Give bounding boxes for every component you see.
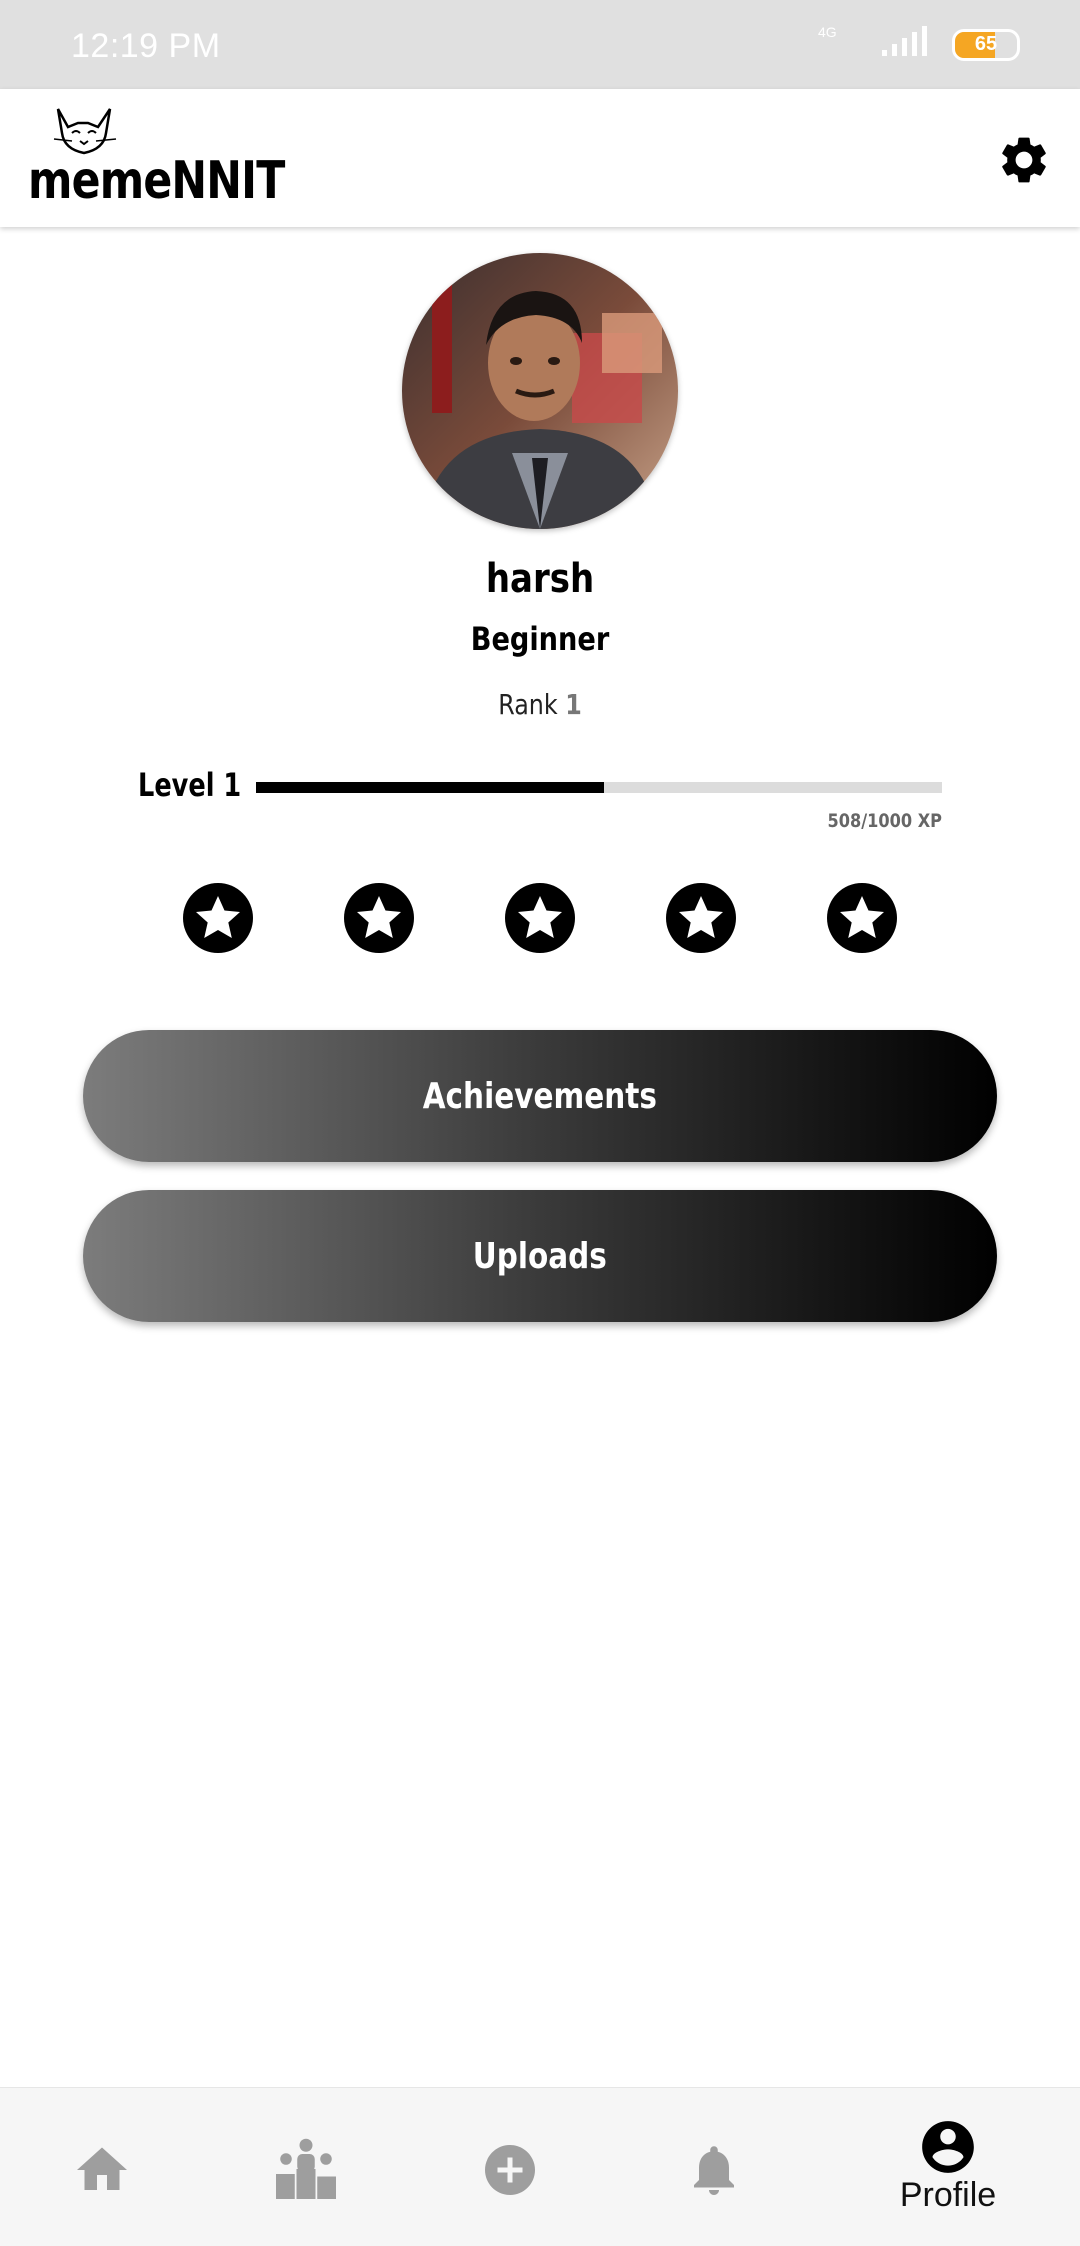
- nav-item-leaderboard[interactable]: [226, 2088, 386, 2246]
- star-icon: [183, 883, 253, 953]
- level-label: Level 1: [138, 766, 242, 804]
- xp-progress-bar: [256, 782, 942, 793]
- leaderboard-icon: [276, 2138, 336, 2199]
- home-icon: [77, 2147, 127, 2190]
- status-bar: 12:19 PM 4G 65: [0, 0, 1080, 89]
- status-time: 12:19 PM: [71, 27, 221, 65]
- star-icon: [666, 883, 736, 953]
- xp-progress-fill: [256, 782, 605, 793]
- account-circle-icon: [922, 2121, 974, 2173]
- uploads-button[interactable]: Uploads: [83, 1190, 997, 1322]
- logo-text: memeNNIT: [28, 151, 285, 211]
- nav-item-profile[interactable]: Profile: [868, 2088, 1028, 2246]
- add-circle-icon: [485, 2145, 535, 2195]
- nav-item-home[interactable]: [22, 2088, 182, 2246]
- avatar-photo: [402, 253, 678, 529]
- xp-text: 508/1000 XP: [827, 810, 942, 832]
- battery-level: 65: [974, 32, 998, 55]
- star-icon: [827, 883, 897, 953]
- nav-item-add[interactable]: [430, 2088, 590, 2246]
- achievements-button[interactable]: Achievements: [83, 1030, 997, 1162]
- status-indicators: 4G 65: [818, 24, 1020, 63]
- rank-row: Rank 1: [81, 688, 999, 721]
- rank-value: 1: [565, 688, 582, 721]
- signal-icon: [882, 26, 927, 56]
- username: harsh: [485, 556, 595, 602]
- network-type: 4G: [818, 24, 837, 40]
- bell-icon: [694, 2146, 734, 2195]
- signal-group: 4G: [818, 24, 938, 63]
- achievements-label: Achievements: [422, 1075, 658, 1117]
- nav-label-profile: Profile: [899, 2176, 997, 2214]
- star-icon: [344, 883, 414, 953]
- user-title: Beginner: [470, 620, 610, 658]
- app-logo[interactable]: memeNNIT: [28, 107, 285, 217]
- uploads-label: Uploads: [472, 1235, 608, 1277]
- battery-icon: 65: [952, 28, 1020, 61]
- nav-item-notifications[interactable]: [634, 2088, 794, 2246]
- app-bar: memeNNIT: [0, 89, 1080, 227]
- star-icon: [505, 883, 575, 953]
- profile-screen: 12:19 PM 4G 65 memeNNIT harsh Beginner R…: [0, 0, 1080, 2246]
- avatar[interactable]: [402, 253, 678, 529]
- rank-label: Rank: [498, 688, 558, 721]
- bottom-navigation: Profile: [0, 2087, 1080, 2246]
- gear-icon[interactable]: [996, 132, 1052, 188]
- star-rating: [0, 882, 1080, 954]
